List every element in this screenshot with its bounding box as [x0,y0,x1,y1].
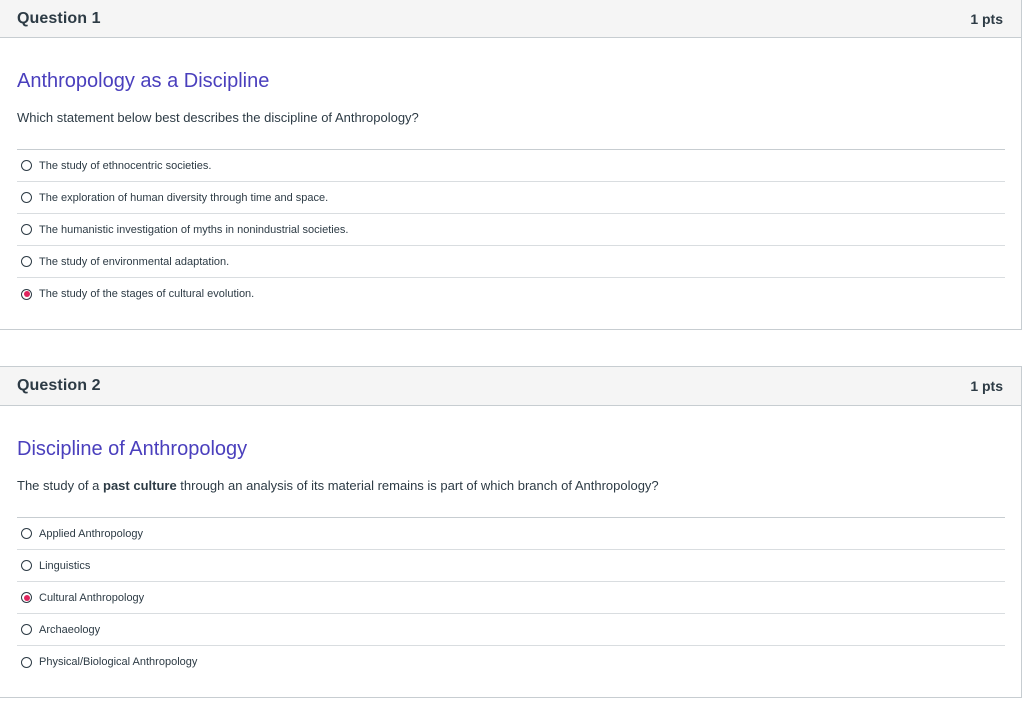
radio-button-selected[interactable] [21,288,32,300]
answer-label: The exploration of human diversity throu… [39,191,329,204]
answer-option[interactable]: The study of the stages of cultural evol… [17,278,1005,310]
answer-option[interactable]: Archaeology [17,614,1005,646]
radio-button-selected[interactable] [21,592,32,603]
answer-list: The study of ethnocentric societies. The… [17,149,1005,310]
radio-button[interactable] [21,160,32,171]
answer-label: Applied Anthropology [39,527,143,540]
question-name: Question 1 [17,9,101,27]
answer-option[interactable]: Linguistics [17,550,1005,582]
radio-button[interactable] [21,528,32,539]
question-text-part: through an analysis of its material rema… [176,478,659,493]
radio-button[interactable] [21,560,32,571]
answer-option[interactable]: Physical/Biological Anthropology [17,646,1005,678]
question-text-bold: past culture [103,478,177,493]
answer-option[interactable]: Applied Anthropology [17,518,1005,550]
answer-option[interactable]: The study of environmental adaptation. [17,246,1005,278]
question-text-part: The study of a [17,478,103,493]
question-1: Question 1 1 pts Anthropology as a Disci… [0,0,1022,330]
radio-button[interactable] [21,656,32,668]
answer-label: The humanistic investigation of myths in… [39,223,349,236]
question-header: Question 1 1 pts [0,0,1021,38]
question-header: Question 2 1 pts [0,367,1021,406]
answer-option[interactable]: Cultural Anthropology [17,582,1005,614]
radio-button[interactable] [21,256,32,267]
answer-option[interactable]: The exploration of human diversity throu… [17,182,1005,214]
question-title: Discipline of Anthropology [17,438,248,460]
answer-option[interactable]: The study of ethnocentric societies. [17,150,1005,182]
answer-label: The study of ethnocentric societies. [39,159,212,172]
question-text: Which statement below best describes the… [17,110,419,125]
answer-label: Archaeology [39,623,101,636]
answer-label: Physical/Biological Anthropology [39,656,198,668]
question-body: Anthropology as a Discipline Which state… [0,69,1021,310]
radio-button[interactable] [21,224,32,235]
answer-label: The study of environmental adaptation. [39,255,230,268]
question-text: The study of a past culture through an a… [17,478,1004,494]
answer-list: Applied Anthropology Linguistics Cultura… [17,517,1005,678]
radio-button[interactable] [21,624,32,635]
answer-label: Cultural Anthropology [39,591,145,604]
question-points: 1 pts [970,378,1003,394]
question-2: Question 2 1 pts Discipline of Anthropol… [0,366,1022,698]
question-body: Discipline of Anthropology The study of … [0,437,1021,678]
radio-button[interactable] [21,192,32,203]
answer-option[interactable]: The humanistic investigation of myths in… [17,214,1005,246]
answer-label: Linguistics [39,559,91,572]
answer-label: The study of the stages of cultural evol… [39,288,255,300]
question-title: Anthropology as a Discipline [17,70,270,92]
question-points: 1 pts [970,10,1003,27]
question-name: Question 2 [17,377,101,394]
